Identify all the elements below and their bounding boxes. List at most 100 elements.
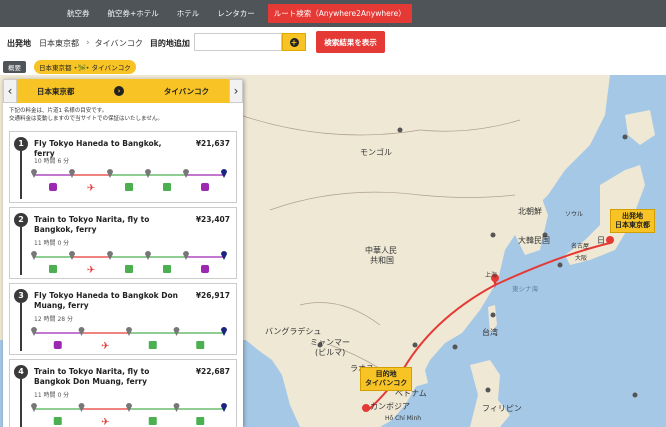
train-icon <box>49 183 57 191</box>
departure-value[interactable]: 日本東京都 <box>39 38 79 49</box>
origin-callout-title: 出発地 <box>622 212 643 220</box>
map-label-hochiminh: Hồ Chí Minh <box>385 415 422 422</box>
map-label-myanmar-line2: (ビルマ) <box>315 348 346 357</box>
route-option-legs: ✈ <box>31 403 227 427</box>
origin-callout[interactable]: 出発地 日本東京都 <box>610 209 655 233</box>
waypoint-marker <box>173 403 180 412</box>
route-option-legs: ✈ <box>31 169 227 194</box>
destination-callout[interactable]: 目的地 タイバンコク <box>360 367 413 391</box>
nav-route-search[interactable]: ルート検索（Anywhere2Anywhere） <box>267 4 412 23</box>
map-label-bangladesh: バングラデシュ <box>265 327 322 336</box>
waypoint-marker <box>145 251 151 260</box>
waypoint-marker <box>31 169 37 178</box>
bus-icon <box>53 417 62 425</box>
tokyo-pin[interactable] <box>606 236 614 244</box>
train-icon <box>201 265 209 273</box>
route-option[interactable]: 2 Train to Tokyo Narita, fly to Bangkok, … <box>9 207 237 279</box>
waypoint-marker <box>183 251 189 260</box>
route-results-panel: ‹ 日本東京都 › タイバンコク › 下記の料金は、片道1 名様の目安です。 交… <box>3 79 243 427</box>
train-icon <box>201 183 209 191</box>
map-label-china-line2: 共和国 <box>370 256 394 265</box>
route-option-title: Train to Tokyo Narita, fly to Bangkok Do… <box>34 367 150 386</box>
nav-flight-hotel[interactable]: 航空券+ホテル <box>99 0 168 27</box>
route-options-list: 1 Fly Tokyo Haneda to Bangkok, ferry ¥21,6… <box>9 131 237 427</box>
nav-flights[interactable]: 航空券 <box>58 0 99 27</box>
plane-icon: ✈ <box>87 183 95 194</box>
waypoint-marker <box>69 169 75 178</box>
waypoint-marker <box>78 403 85 412</box>
route-option-duration: 11 時間 0 分 <box>34 240 70 247</box>
bus-icon <box>163 183 171 191</box>
waypoint-marker <box>107 169 113 178</box>
map-label-korea: 大韓民国 <box>518 236 550 245</box>
waypoint-marker <box>69 251 75 260</box>
bangkok-pin[interactable] <box>362 404 370 412</box>
map-label-cambodia: カンボジア <box>370 402 410 411</box>
route-header: ‹ 日本東京都 › タイバンコク › <box>3 79 243 103</box>
route-option-timeline <box>20 303 22 351</box>
waypoint-marker <box>173 327 180 336</box>
route-option[interactable]: 4 Train to Tokyo Narita, fly to Bangkok D… <box>9 359 237 427</box>
waypoint-marker <box>126 327 132 336</box>
map-label-nagoya: 名古屋 <box>571 243 590 250</box>
route-option-price: ¥23,407 <box>195 215 230 224</box>
route-option-timeline <box>20 151 22 199</box>
route-option-timeline <box>20 227 22 275</box>
route-option-number: 2 <box>14 213 28 227</box>
map-label-shanghai: 上海 <box>485 272 498 279</box>
price-note-line1: 下記の料金は、片道1 名様の目安です。 <box>9 108 108 114</box>
bus-icon <box>148 341 157 349</box>
route-option-price: ¥22,687 <box>195 367 230 376</box>
overview-route-separator: •🛩• <box>73 64 90 72</box>
map-label-seoul: ソウル <box>565 211 584 218</box>
add-destination-label: 目的地追加 <box>149 38 190 48</box>
waypoint-marker <box>145 169 151 178</box>
overview-label[interactable]: 概要 <box>3 61 26 73</box>
route-option-duration: 12 時間 28 分 <box>34 316 73 323</box>
route-option[interactable]: 3 Fly Tokyo Haneda to Bangkok Don Muang, … <box>9 283 237 355</box>
overview-route-to: タイバンコク <box>91 64 131 72</box>
search-bar: 出発地 日本東京都 › タイバンコク 目的地追加 + 検索結果を表示 <box>0 27 666 59</box>
map-label-philippines: フィリピン <box>482 404 522 413</box>
origin-callout-place: 日本東京都 <box>615 221 650 229</box>
overview-bar: 概要 日本東京都 •🛩• タイバンコク <box>0 59 666 75</box>
chevron-left-icon: ‹ <box>7 84 13 98</box>
chevron-right-icon: › <box>86 38 90 48</box>
bus-icon <box>196 417 205 425</box>
bus-icon <box>125 183 133 191</box>
route-option-legs: ✈ <box>31 327 227 352</box>
top-nav: 航空券 航空券+ホテル ホテル レンタカー ルート検索（Anywhere2Any… <box>0 0 666 27</box>
route-option-number: 4 <box>14 365 28 379</box>
route-option-title: Train to Tokyo Narita, fly to Bangkok, f… <box>34 215 150 234</box>
chevron-right-icon: › <box>233 84 239 98</box>
add-destination-button[interactable]: + <box>282 33 306 51</box>
destination-callout-title: 目的地 <box>375 370 397 378</box>
philippines-islands <box>470 360 510 427</box>
waypoint-marker <box>31 327 37 336</box>
map-label-taiwan: 台湾 <box>482 328 498 337</box>
overview-route-chip[interactable]: 日本東京都 •🛩• タイバンコク <box>34 60 136 74</box>
destination-value[interactable]: タイバンコク <box>95 38 143 49</box>
route-option-timeline <box>20 379 22 427</box>
route-option-number: 1 <box>14 137 28 151</box>
route-option-price: ¥26,917 <box>195 291 230 300</box>
previous-route-button[interactable]: ‹ <box>3 79 17 103</box>
add-destination-input[interactable] <box>194 33 282 51</box>
nav-hotels[interactable]: ホテル <box>168 0 209 27</box>
waypoint-marker <box>78 327 85 336</box>
waypoint-marker <box>221 169 227 178</box>
route-option-title: Fly Tokyo Haneda to Bangkok Don Muang, f… <box>34 291 179 310</box>
route-option[interactable]: 1 Fly Tokyo Haneda to Bangkok, ferry ¥21,6… <box>9 131 237 203</box>
next-route-button[interactable]: › <box>229 79 243 103</box>
plane-icon: ✈ <box>87 265 95 276</box>
hokkaido <box>625 110 655 145</box>
nav-rental-car[interactable]: レンタカー <box>208 0 264 27</box>
waypoint-marker <box>107 251 113 260</box>
waypoint-marker <box>221 403 227 412</box>
search-results-button[interactable]: 検索結果を表示 <box>316 31 385 53</box>
waypoint-marker <box>221 251 227 260</box>
route-option-price: ¥21,637 <box>195 139 230 148</box>
bus-icon <box>125 265 133 273</box>
waypoint-marker <box>126 403 132 412</box>
route-option-legs: ✈ <box>31 251 227 276</box>
